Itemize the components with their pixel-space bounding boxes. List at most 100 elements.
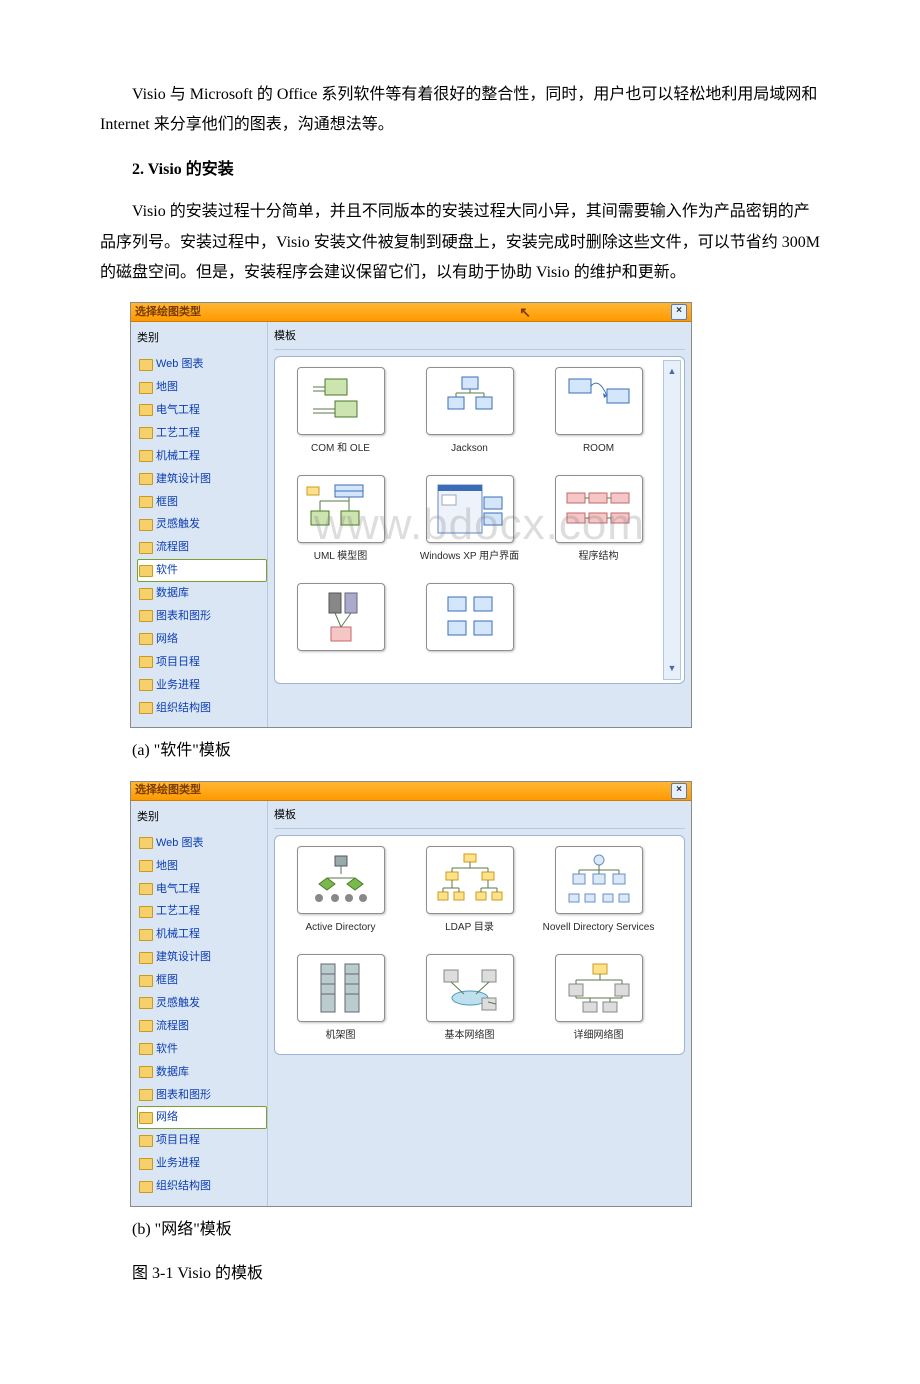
- dialog-title: 选择绘图类型: [135, 780, 201, 801]
- sidebar-item-label: Web 图表: [156, 354, 203, 375]
- sidebar-item-label: 电气工程: [156, 879, 200, 900]
- folder-icon: [139, 929, 153, 941]
- template-label: Jackson: [451, 439, 488, 461]
- dialog-choose-type-b: 选择绘图类型 × 类别 Web 图表地图电气工程工艺工程机械工程建筑设计图框图灵…: [130, 781, 692, 1207]
- para-intro: Visio 与 Microsoft 的 Office 系列软件等有着很好的整合性…: [100, 80, 820, 141]
- sidebar-item-建筑设计图[interactable]: 建筑设计图: [137, 468, 267, 491]
- template-label: 基本网络图: [445, 1026, 495, 1048]
- template-item[interactable]: 详细网络图: [539, 954, 658, 1048]
- folder-icon: [139, 883, 153, 895]
- sidebar-item-网络[interactable]: 网络: [137, 1106, 267, 1129]
- template-thumb-ad-icon: [297, 846, 385, 914]
- template-item[interactable]: [410, 583, 529, 677]
- close-icon[interactable]: ×: [671, 304, 687, 320]
- sidebar-item-软件[interactable]: 软件: [137, 1038, 267, 1061]
- sidebar-item-建筑设计图[interactable]: 建筑设计图: [137, 946, 267, 969]
- template-item[interactable]: LDAP 目录: [410, 846, 529, 940]
- sidebar-item-流程图[interactable]: 流程图: [137, 1015, 267, 1038]
- sidebar-item-机械工程[interactable]: 机械工程: [137, 445, 267, 468]
- close-icon[interactable]: ×: [671, 783, 687, 799]
- folder-icon: [139, 542, 153, 554]
- template-item[interactable]: 机架图: [281, 954, 400, 1048]
- sidebar-item-框图[interactable]: 框图: [137, 969, 267, 992]
- sidebar-item-label: 机械工程: [156, 924, 200, 945]
- template-item[interactable]: COM 和 OLE: [281, 367, 400, 461]
- caption-b: (b) "网络"模板: [100, 1215, 820, 1245]
- template-item[interactable]: UML 模型图: [281, 475, 400, 569]
- sidebar-item-label: 软件: [156, 1039, 178, 1060]
- sidebar-item-电气工程[interactable]: 电气工程: [137, 399, 267, 422]
- sidebar-item-工艺工程[interactable]: 工艺工程: [137, 900, 267, 923]
- scroll-up-icon[interactable]: ▲: [668, 363, 677, 380]
- sidebar-item-地图[interactable]: 地图: [137, 855, 267, 878]
- sidebar-item-网络[interactable]: 网络: [137, 628, 267, 651]
- template-item[interactable]: Novell Directory Services: [539, 846, 658, 940]
- sidebar-item-label: 地图: [156, 856, 178, 877]
- sidebar-item-组织结构图[interactable]: 组织结构图: [137, 697, 267, 720]
- template-thumb-detailnet-icon: [555, 954, 643, 1022]
- sidebar-item-label: 网络: [156, 629, 178, 650]
- folder-icon: [139, 633, 153, 645]
- sidebar-item-图表和图形[interactable]: 图表和图形: [137, 605, 267, 628]
- template-label: ROOM: [583, 439, 614, 461]
- sidebar-item-流程图[interactable]: 流程图: [137, 536, 267, 559]
- template-thumb-basicnet-icon: [426, 954, 514, 1022]
- folder-icon: [139, 1089, 153, 1101]
- sidebar-item-数据库[interactable]: 数据库: [137, 582, 267, 605]
- template-item[interactable]: 程序结构: [539, 475, 658, 569]
- folder-icon: [139, 906, 153, 918]
- scroll-down-icon[interactable]: ▼: [668, 660, 677, 677]
- category-sidebar: 类别 Web 图表地图电气工程工艺工程机械工程建筑设计图框图灵感触发流程图软件数…: [131, 322, 268, 727]
- dialog-titlebar[interactable]: 选择绘图类型 ↖ ×: [131, 303, 691, 322]
- template-thumb-com-icon: [297, 367, 385, 435]
- sidebar-item-label: 机械工程: [156, 446, 200, 467]
- folder-icon: [139, 519, 153, 531]
- sidebar-item-label: 灵感触发: [156, 993, 200, 1014]
- sidebar-item-地图[interactable]: 地图: [137, 376, 267, 399]
- sidebar-item-组织结构图[interactable]: 组织结构图: [137, 1175, 267, 1198]
- folder-icon: [139, 656, 153, 668]
- sidebar-item-Web 图表[interactable]: Web 图表: [137, 353, 267, 376]
- sidebar-item-电气工程[interactable]: 电气工程: [137, 878, 267, 901]
- heading-install: 2. Visio 的安装: [100, 155, 820, 185]
- template-item[interactable]: Jackson: [410, 367, 529, 461]
- template-item[interactable]: ROOM: [539, 367, 658, 461]
- folder-icon: [139, 588, 153, 600]
- dialog-titlebar[interactable]: 选择绘图类型 ×: [131, 782, 691, 801]
- sidebar-item-label: 建筑设计图: [156, 469, 211, 490]
- folder-icon: [139, 837, 153, 849]
- sidebar-item-图表和图形[interactable]: 图表和图形: [137, 1084, 267, 1107]
- sidebar-item-label: 数据库: [156, 583, 189, 604]
- sidebar-item-框图[interactable]: 框图: [137, 491, 267, 514]
- sidebar-item-机械工程[interactable]: 机械工程: [137, 923, 267, 946]
- category-header: 类别: [137, 328, 267, 349]
- folder-icon: [139, 679, 153, 691]
- scrollbar[interactable]: ▲ ▼: [663, 360, 681, 680]
- template-thumb-prog-icon: [555, 475, 643, 543]
- sidebar-item-工艺工程[interactable]: 工艺工程: [137, 422, 267, 445]
- dialog-choose-type-a: 选择绘图类型 ↖ × 类别 Web 图表地图电气工程工艺工程机械工程建筑设计图框…: [130, 302, 692, 728]
- sidebar-item-label: 业务进程: [156, 1153, 200, 1174]
- sidebar-item-软件[interactable]: 软件: [137, 559, 267, 582]
- template-item[interactable]: Active Directory: [281, 846, 400, 940]
- sidebar-item-项目日程[interactable]: 项目日程: [137, 1129, 267, 1152]
- sidebar-item-业务进程[interactable]: 业务进程: [137, 674, 267, 697]
- sidebar-item-label: 流程图: [156, 537, 189, 558]
- sidebar-item-灵感触发[interactable]: 灵感触发: [137, 992, 267, 1015]
- template-item[interactable]: 基本网络图: [410, 954, 529, 1048]
- folder-icon: [139, 1158, 153, 1170]
- sidebar-item-灵感触发[interactable]: 灵感触发: [137, 513, 267, 536]
- category-header: 类别: [137, 807, 267, 828]
- sidebar-item-业务进程[interactable]: 业务进程: [137, 1152, 267, 1175]
- template-pane: 模板 Active DirectoryLDAP 目录Novell Directo…: [268, 801, 691, 1206]
- sidebar-item-数据库[interactable]: 数据库: [137, 1061, 267, 1084]
- sidebar-item-label: 图表和图形: [156, 606, 211, 627]
- sidebar-item-label: Web 图表: [156, 833, 203, 854]
- sidebar-item-项目日程[interactable]: 项目日程: [137, 651, 267, 674]
- template-item[interactable]: [281, 583, 400, 677]
- folder-icon: [139, 975, 153, 987]
- template-thumb-enterprise-icon: [297, 583, 385, 651]
- sidebar-item-label: 建筑设计图: [156, 947, 211, 968]
- template-item[interactable]: Windows XP 用户界面: [410, 475, 529, 569]
- sidebar-item-Web 图表[interactable]: Web 图表: [137, 832, 267, 855]
